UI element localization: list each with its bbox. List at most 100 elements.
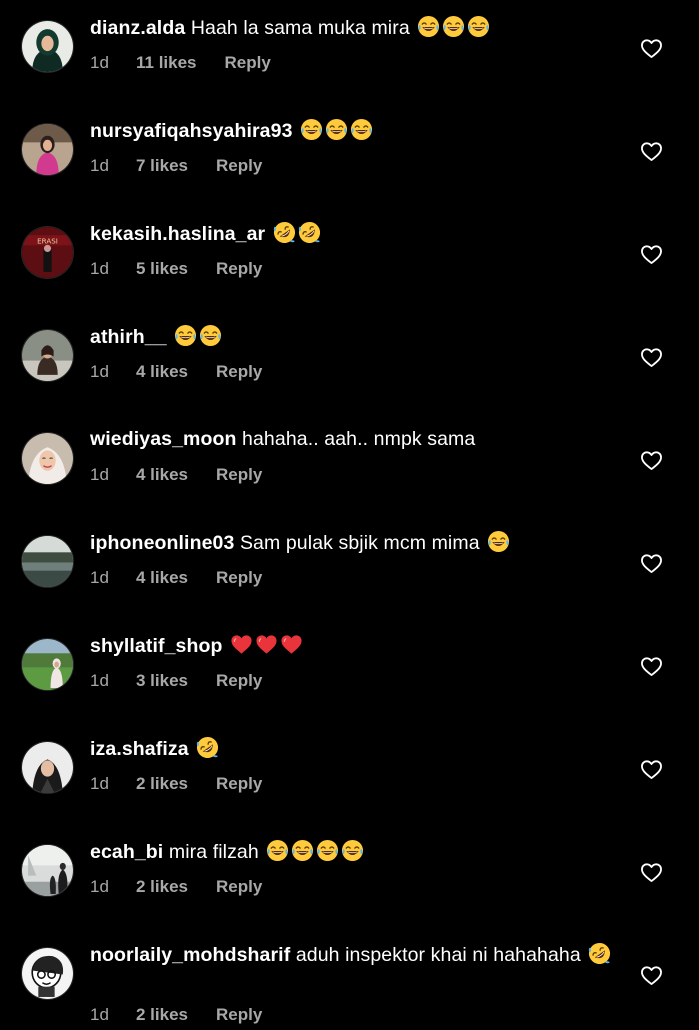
comment-meta: 1d 5 likes Reply xyxy=(90,258,262,280)
comment-item: ERASI kekasih.haslina_ar 1d 5 likes Reply xyxy=(0,206,699,309)
reply-button[interactable]: Reply xyxy=(216,258,262,280)
comment-likes-count[interactable]: 4 likes xyxy=(136,361,188,383)
comment-timestamp: 1d xyxy=(90,671,109,690)
comment-likes-count[interactable]: 11 likes xyxy=(136,52,197,74)
comment-item: iza.shafiza 1d 2 likes Reply xyxy=(0,721,699,824)
face-with-tears-of-joy-emoji xyxy=(417,15,440,38)
comment-text: iza.shafiza xyxy=(90,736,615,762)
heart-outline-icon[interactable] xyxy=(640,553,663,574)
face-with-tears-of-joy-emoji xyxy=(442,15,465,38)
reply-button[interactable]: Reply xyxy=(216,773,262,795)
avatar[interactable] xyxy=(21,20,74,73)
comment-text: wiediyas_moon hahaha.. aah.. nmpk sama xyxy=(90,427,615,452)
rolling-on-floor-laughing-emoji xyxy=(196,736,219,759)
reply-button[interactable]: Reply xyxy=(216,155,262,177)
comment-likes-count[interactable]: 3 likes xyxy=(136,670,188,692)
comment-username[interactable]: noorlaily_mohdsharif xyxy=(90,944,290,966)
face-with-tears-of-joy-emoji xyxy=(341,839,364,862)
heart-outline-icon[interactable] xyxy=(640,38,663,59)
avatar[interactable] xyxy=(21,844,74,897)
comment-body: Haah la sama muka mira xyxy=(190,17,410,39)
comment-item: shyllatif_shop 1d 3 likes Reply xyxy=(0,618,699,721)
comment-username[interactable]: iza.shafiza xyxy=(90,738,189,760)
comment-timestamp: 1d xyxy=(90,774,109,793)
rolling-on-floor-laughing-emoji xyxy=(298,221,321,244)
comment-username[interactable]: kekasih.haslina_ar xyxy=(90,223,265,245)
heart-outline-icon[interactable] xyxy=(640,347,663,368)
reply-button[interactable]: Reply xyxy=(216,464,262,486)
avatar[interactable] xyxy=(21,638,74,691)
comment-meta: 1d 4 likes Reply xyxy=(90,567,262,589)
comment-text: dianz.alda Haah la sama muka mira xyxy=(90,15,615,41)
comment-item: noorlaily_mohdsharif aduh inspektor khai… xyxy=(0,927,699,1030)
avatar[interactable] xyxy=(21,741,74,794)
comment-likes-count[interactable]: 2 likes xyxy=(136,876,188,898)
face-with-tears-of-joy-emoji xyxy=(325,118,348,141)
comment-item: athirh__ 1d 4 likes Reply xyxy=(0,309,699,412)
avatar[interactable]: ERASI xyxy=(21,226,74,279)
comment-body: Sam pulak sbjik mcm mima xyxy=(239,532,480,554)
comment-timestamp: 1d xyxy=(90,156,109,175)
svg-text:ERASI: ERASI xyxy=(37,236,58,245)
red-heart-emoji xyxy=(255,633,278,656)
reply-button[interactable]: Reply xyxy=(216,361,262,383)
comment-text: athirh__ xyxy=(90,324,615,350)
comment-username[interactable]: dianz.alda xyxy=(90,17,185,39)
comment-text: nursyafiqahsyahira93 xyxy=(90,118,615,144)
comment-body: aduh inspektor khai ni hahahaha xyxy=(295,944,581,966)
comment-meta: 1d 7 likes Reply xyxy=(90,155,262,177)
comment-username[interactable]: athirh__ xyxy=(90,326,167,348)
face-with-tears-of-joy-emoji xyxy=(467,15,490,38)
reply-button[interactable]: Reply xyxy=(216,670,262,692)
comment-meta: 1d 2 likes Reply xyxy=(90,1004,262,1026)
reply-button[interactable]: Reply xyxy=(216,876,262,898)
comment-item: dianz.alda Haah la sama muka mira 1d 11 l… xyxy=(0,0,699,103)
avatar[interactable] xyxy=(21,432,74,485)
comment-meta: 1d 2 likes Reply xyxy=(90,876,262,898)
heart-outline-icon[interactable] xyxy=(640,759,663,780)
heart-outline-icon[interactable] xyxy=(640,656,663,677)
avatar[interactable] xyxy=(21,535,74,588)
comment-likes-count[interactable]: 5 likes xyxy=(136,258,188,280)
comment-timestamp: 1d xyxy=(90,362,109,381)
heart-outline-icon[interactable] xyxy=(640,965,663,986)
comment-likes-count[interactable]: 2 likes xyxy=(136,1004,188,1026)
avatar[interactable] xyxy=(21,123,74,176)
comment-text: shyllatif_shop xyxy=(90,633,615,659)
rolling-on-floor-laughing-emoji xyxy=(588,942,611,965)
comment-username[interactable]: shyllatif_shop xyxy=(90,635,223,657)
heart-outline-icon[interactable] xyxy=(640,141,663,162)
face-with-tears-of-joy-emoji xyxy=(174,324,197,347)
reply-button[interactable]: Reply xyxy=(216,1004,262,1026)
comment-timestamp: 1d xyxy=(90,877,109,896)
avatar[interactable] xyxy=(21,947,74,1000)
heart-outline-icon[interactable] xyxy=(640,862,663,883)
comment-text: ecah_bi mira filzah xyxy=(90,839,615,865)
comment-timestamp: 1d xyxy=(90,465,109,484)
comment-username[interactable]: ecah_bi xyxy=(90,841,163,863)
heart-outline-icon[interactable] xyxy=(640,450,663,471)
comment-item: nursyafiqahsyahira93 1d 7 likes Reply xyxy=(0,103,699,206)
reply-button[interactable]: Reply xyxy=(225,52,271,74)
comment-username[interactable]: nursyafiqahsyahira93 xyxy=(90,120,293,142)
comment-timestamp: 1d xyxy=(90,1005,109,1024)
comment-body: hahaha.. aah.. nmpk sama xyxy=(242,428,476,450)
comment-likes-count[interactable]: 4 likes xyxy=(136,464,188,486)
comment-item: wiediyas_moon hahaha.. aah.. nmpk sama 1d… xyxy=(0,412,699,515)
face-with-tears-of-joy-emoji xyxy=(266,839,289,862)
comment-likes-count[interactable]: 4 likes xyxy=(136,567,188,589)
heart-outline-icon[interactable] xyxy=(640,244,663,265)
avatar[interactable] xyxy=(21,329,74,382)
comment-likes-count[interactable]: 2 likes xyxy=(136,773,188,795)
face-with-tears-of-joy-emoji xyxy=(316,839,339,862)
comment-list: dianz.alda Haah la sama muka mira 1d 11 l… xyxy=(0,0,699,1024)
face-with-tears-of-joy-emoji xyxy=(199,324,222,347)
comment-timestamp: 1d xyxy=(90,568,109,587)
red-heart-emoji xyxy=(230,633,253,656)
comment-likes-count[interactable]: 7 likes xyxy=(136,155,188,177)
reply-button[interactable]: Reply xyxy=(216,567,262,589)
comment-username[interactable]: iphoneonline03 xyxy=(90,532,234,554)
face-with-tears-of-joy-emoji xyxy=(350,118,373,141)
comment-username[interactable]: wiediyas_moon xyxy=(90,428,237,450)
comment-meta: 1d 11 likes Reply xyxy=(90,52,271,74)
